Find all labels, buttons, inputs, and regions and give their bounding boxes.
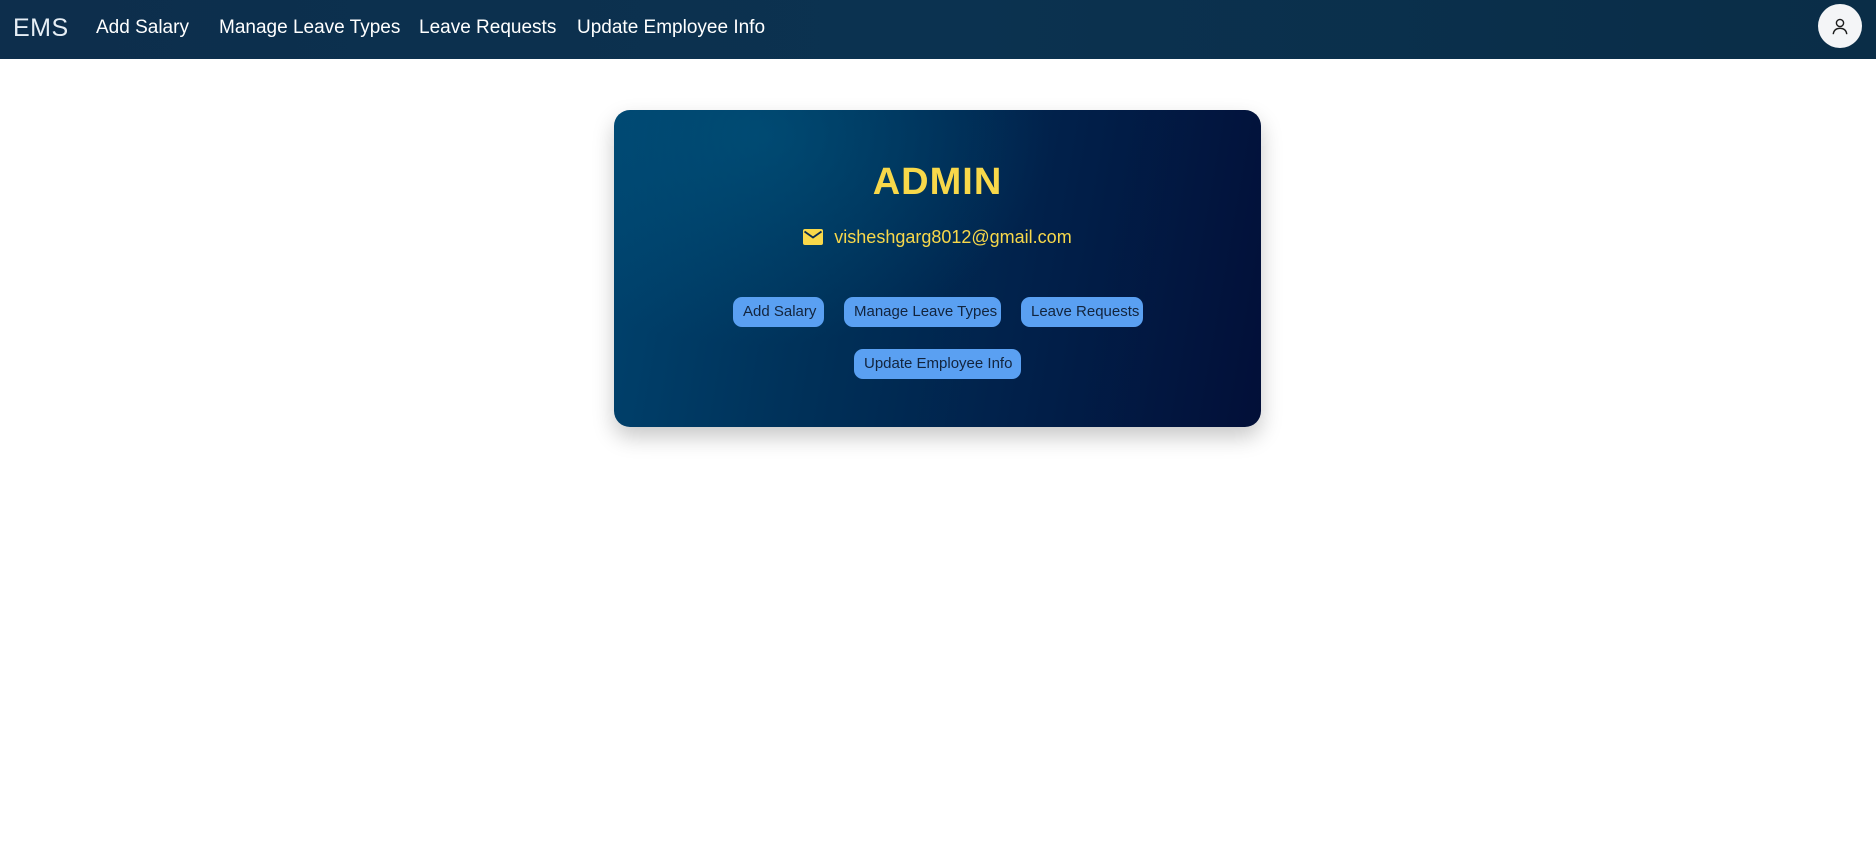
nav-link-leave-requests[interactable]: Leave Requests bbox=[419, 16, 556, 40]
mail-icon bbox=[803, 229, 824, 245]
nav-link-update-employee-info[interactable]: Update Employee Info bbox=[577, 16, 765, 40]
nav-link-manage-leave-types[interactable]: Manage Leave Types bbox=[219, 16, 400, 40]
role-title: ADMIN bbox=[872, 161, 1003, 203]
email-text: visheshgarg8012@gmail.com bbox=[834, 227, 1072, 247]
add-salary-button[interactable]: Add Salary bbox=[733, 297, 824, 327]
manage-leave-types-button[interactable]: Manage Leave Types bbox=[844, 297, 1001, 327]
user-avatar-button[interactable] bbox=[1818, 4, 1862, 48]
top-navbar: EMS Add Salary Manage Leave Types Leave … bbox=[0, 0, 1876, 59]
update-employee-info-button[interactable]: Update Employee Info bbox=[854, 349, 1021, 379]
admin-profile-card: ADMIN visheshgarg8012@gmail.com Add Sala… bbox=[614, 110, 1261, 427]
nav-link-add-salary[interactable]: Add Salary bbox=[96, 16, 189, 40]
leave-requests-button[interactable]: Leave Requests bbox=[1021, 297, 1143, 327]
user-icon bbox=[1832, 18, 1848, 35]
email-row: visheshgarg8012@gmail.com bbox=[614, 226, 1261, 248]
brand-logo[interactable]: EMS bbox=[13, 13, 69, 43]
